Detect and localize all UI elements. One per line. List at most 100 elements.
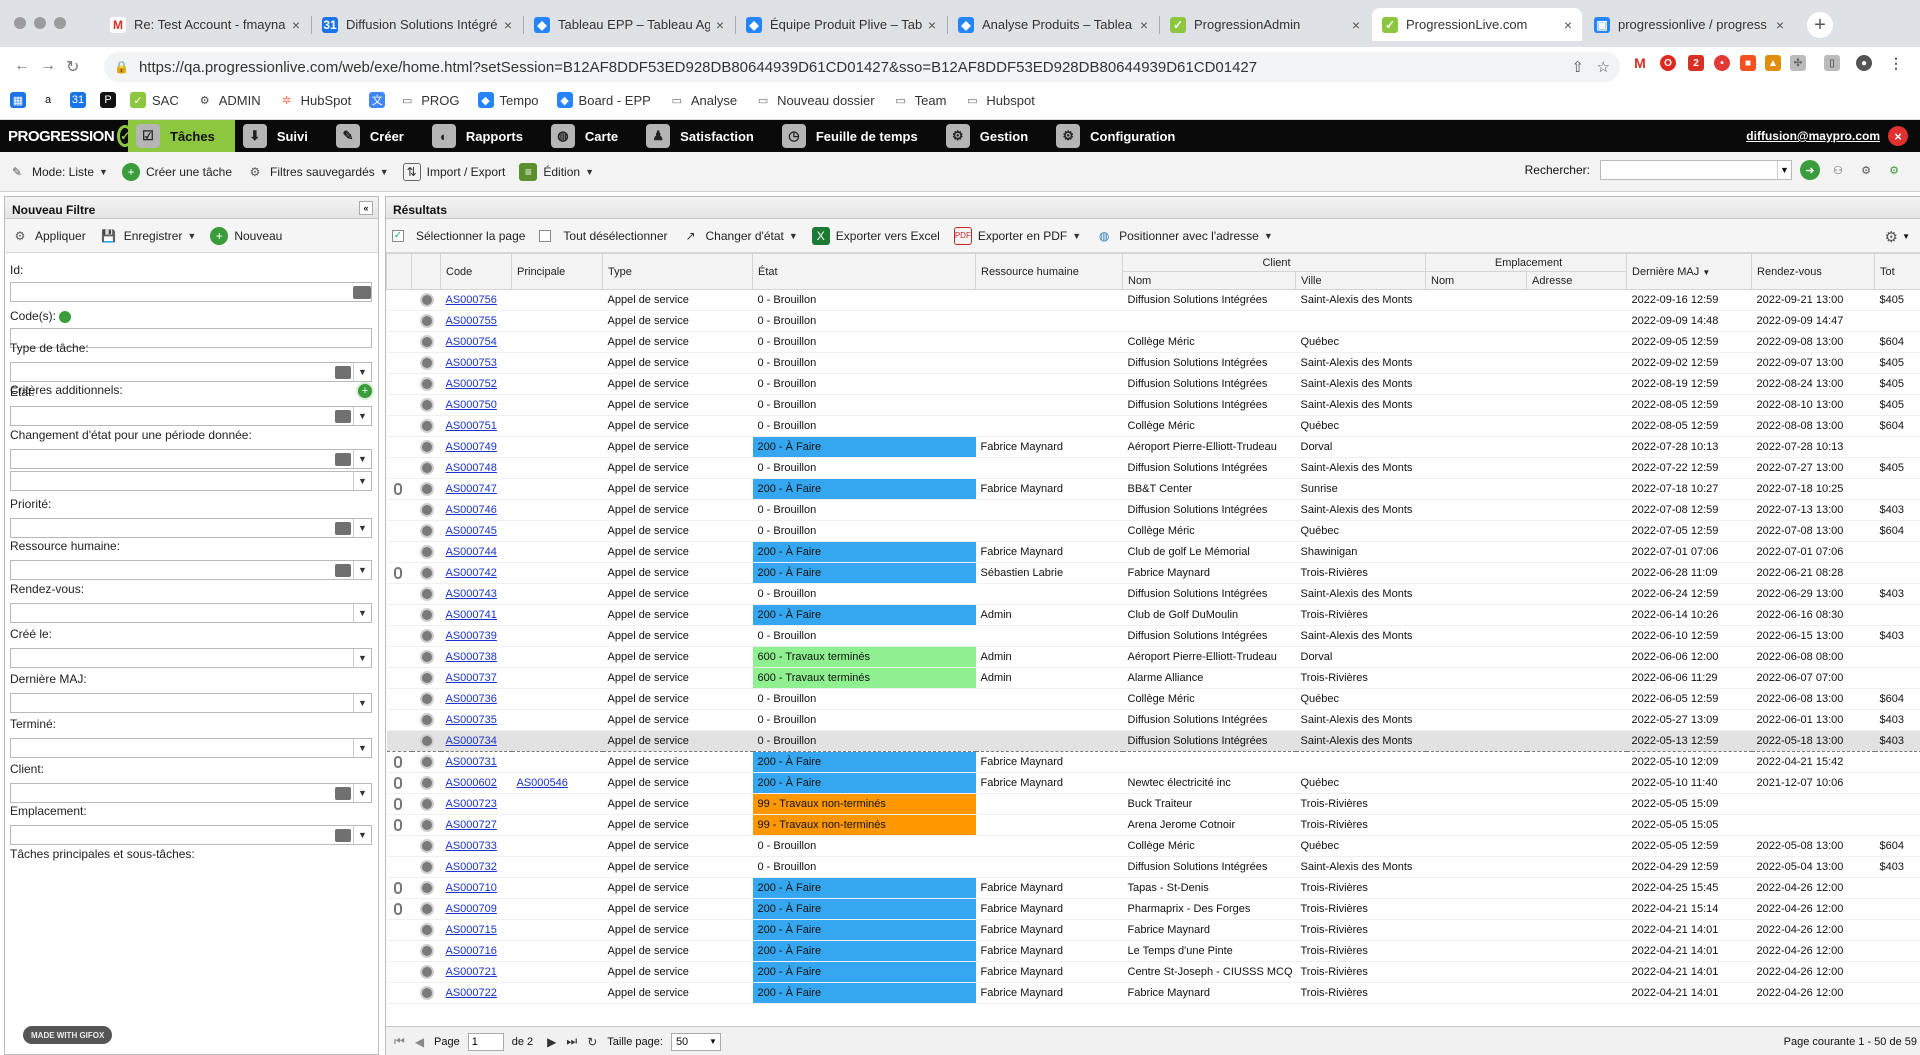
picker-icon[interactable] <box>335 410 351 423</box>
paperclip-icon[interactable] <box>393 777 402 790</box>
table-row[interactable]: AS000734 Appel de service 0 - Brouillon Dif… <box>386 730 1920 752</box>
prev-page-icon[interactable]: ◀ <box>415 1035 424 1049</box>
close-tab-icon[interactable]: × <box>1776 17 1784 33</box>
cell-code[interactable]: AS000736 <box>440 688 512 710</box>
table-row[interactable]: AS000736 Appel de service 0 - Brouillon Col… <box>386 688 1920 710</box>
close-tab-icon[interactable]: × <box>928 17 936 33</box>
table-row[interactable]: AS000754 Appel de service 0 - Brouillon Col… <box>386 331 1920 353</box>
cell-code[interactable]: AS000731 <box>440 751 512 773</box>
row-action-icon[interactable] <box>419 524 434 538</box>
header-rendezvous[interactable]: Rendez-vous <box>1751 253 1876 290</box>
saved-filters-dropdown[interactable]: ⚙ Filtres sauvegardés ▼ <box>246 163 389 181</box>
picker-icon[interactable] <box>335 564 351 577</box>
bookmark-item[interactable]: ◆ Tempo <box>477 92 539 108</box>
calendar-extension-icon[interactable]: 2 <box>1688 55 1704 71</box>
filter-field-input[interactable]: ▼ <box>10 693 372 713</box>
table-row[interactable]: AS000756 Appel de service 0 - Brouillon Dif… <box>386 289 1920 311</box>
row-action-icon[interactable] <box>419 335 434 349</box>
cell-code[interactable]: AS000753 <box>440 352 512 374</box>
new-tab-button[interactable]: + <box>1807 12 1833 38</box>
cell-principale[interactable]: AS000546 <box>511 772 603 794</box>
filter-field-input[interactable]: ▼ <box>10 518 372 538</box>
caret-down-icon[interactable]: ▼ <box>353 694 371 712</box>
header-client-name[interactable]: Nom <box>1122 271 1296 290</box>
apply-filter-button[interactable]: ⚙ Appliquer <box>11 227 86 245</box>
row-action-icon[interactable] <box>419 818 434 832</box>
binoculars-icon[interactable]: ⚇ <box>1828 160 1848 180</box>
row-action-icon[interactable] <box>419 860 434 874</box>
caret-down-icon[interactable]: ▼ <box>1777 161 1791 179</box>
close-tab-icon[interactable]: × <box>1352 17 1360 33</box>
next-page-icon[interactable]: ▶ <box>547 1035 556 1049</box>
profile-avatar[interactable]: ● <box>1856 55 1872 71</box>
caret-down-icon[interactable]: ▼ <box>353 561 371 579</box>
table-row[interactable]: AS000743 Appel de service 0 - Brouillon Dif… <box>386 583 1920 605</box>
cell-code[interactable]: AS000748 <box>440 457 512 479</box>
row-action-icon[interactable] <box>419 776 434 790</box>
table-row[interactable]: AS000738 Appel de service 600 - Travaux te… <box>386 646 1920 668</box>
caret-down-icon[interactable]: ▼ <box>353 472 371 490</box>
deselect-all-checkbox[interactable] <box>539 229 552 242</box>
opera-extension-icon[interactable]: O <box>1660 55 1676 71</box>
row-action-icon[interactable] <box>419 503 434 517</box>
table-row[interactable]: AS000710 Appel de service 200 - À Faire Fab… <box>386 877 1920 899</box>
cell-code[interactable]: AS000755 <box>440 310 512 332</box>
bookmark-item[interactable]: 31 <box>70 92 92 108</box>
caret-down-icon[interactable]: ▼ <box>353 519 371 537</box>
picker-icon[interactable] <box>353 286 371 299</box>
table-row[interactable]: AS000753 Appel de service 0 - Brouillon Dif… <box>386 352 1920 374</box>
cell-code[interactable]: AS000715 <box>440 919 512 941</box>
import-export-button[interactable]: ⇅ Import / Export <box>402 162 505 181</box>
row-action-icon[interactable] <box>419 839 434 853</box>
row-action-icon[interactable] <box>419 608 434 622</box>
cell-code[interactable]: AS000745 <box>440 520 512 542</box>
edition-dropdown[interactable]: ≡ Édition ▼ <box>519 162 594 181</box>
browser-tab[interactable]: ✓ ProgressionLive.com × <box>1372 8 1582 41</box>
bookmark-item[interactable]: ▭ Analyse <box>668 92 737 108</box>
table-row[interactable]: AS000742 Appel de service 200 - À Faire Séb… <box>386 562 1920 584</box>
header-client-city[interactable]: Ville <box>1295 271 1426 290</box>
cell-code[interactable]: AS000743 <box>440 583 512 605</box>
cell-code[interactable]: AS000756 <box>440 289 512 311</box>
cell-code[interactable]: AS000749 <box>440 436 512 458</box>
row-action-icon[interactable] <box>419 650 434 664</box>
table-row[interactable]: AS000737 Appel de service 600 - Travaux te… <box>386 667 1920 689</box>
cell-code[interactable]: AS000746 <box>440 499 512 521</box>
row-action-icon[interactable] <box>419 566 434 580</box>
go-search-icon[interactable]: ➜ <box>1800 160 1820 180</box>
settings-gear-icon[interactable]: ⚙ <box>1856 160 1876 180</box>
header-total[interactable]: Tot <box>1874 253 1920 290</box>
header-last-update[interactable]: Dernière MAJ ▼ <box>1626 253 1753 290</box>
table-row[interactable]: AS000750 Appel de service 0 - Brouillon Dif… <box>386 394 1920 416</box>
cell-code[interactable]: AS000734 <box>440 730 512 752</box>
table-row[interactable]: AS000723 Appel de service 99 - Travaux non… <box>386 793 1920 815</box>
save-filter-button[interactable]: 💾 Enregistrer ▼ <box>100 227 196 245</box>
bookmark-item[interactable]: P <box>100 92 122 108</box>
ublock-extension-icon[interactable]: ■ <box>1740 55 1756 71</box>
cell-code[interactable]: AS000721 <box>440 961 512 983</box>
table-row[interactable]: AS000735 Appel de service 0 - Brouillon Dif… <box>386 709 1920 731</box>
search-input[interactable]: ▼ <box>1600 160 1792 180</box>
cell-code[interactable]: AS000739 <box>440 625 512 647</box>
nav-item-carte[interactable]: ◍ Carte <box>543 120 638 152</box>
cell-code[interactable]: AS000723 <box>440 793 512 815</box>
picker-icon[interactable] <box>335 829 351 842</box>
sidepanel-icon[interactable]: ▯ <box>1824 55 1840 71</box>
bookmark-item[interactable]: ◆ Board - EPP <box>556 92 651 108</box>
first-page-icon[interactable]: ⏮ <box>394 1034 405 1049</box>
last-page-icon[interactable]: ⏭ <box>566 1034 577 1049</box>
add-criteria-icon[interactable]: + <box>356 382 374 400</box>
cell-code[interactable]: AS000754 <box>440 331 512 353</box>
row-action-icon[interactable] <box>419 671 434 685</box>
cell-code[interactable]: AS000727 <box>440 814 512 836</box>
table-row[interactable]: AS000749 Appel de service 200 - À Faire Fab… <box>386 436 1920 458</box>
mode-dropdown[interactable]: ✎ Mode: Liste ▼ <box>8 163 108 181</box>
filter-field-input[interactable]: ▼ <box>10 783 372 803</box>
browser-tab[interactable]: ▣ progressionlive / progress × <box>1584 8 1794 41</box>
row-action-icon[interactable] <box>419 293 434 307</box>
row-action-icon[interactable] <box>419 923 434 937</box>
caret-down-icon[interactable]: ▼ <box>353 450 371 468</box>
table-row[interactable]: AS000721 Appel de service 200 - À Faire Fab… <box>386 961 1920 983</box>
filter-field-input[interactable]: ▼ <box>10 560 372 580</box>
picker-icon[interactable] <box>335 522 351 535</box>
